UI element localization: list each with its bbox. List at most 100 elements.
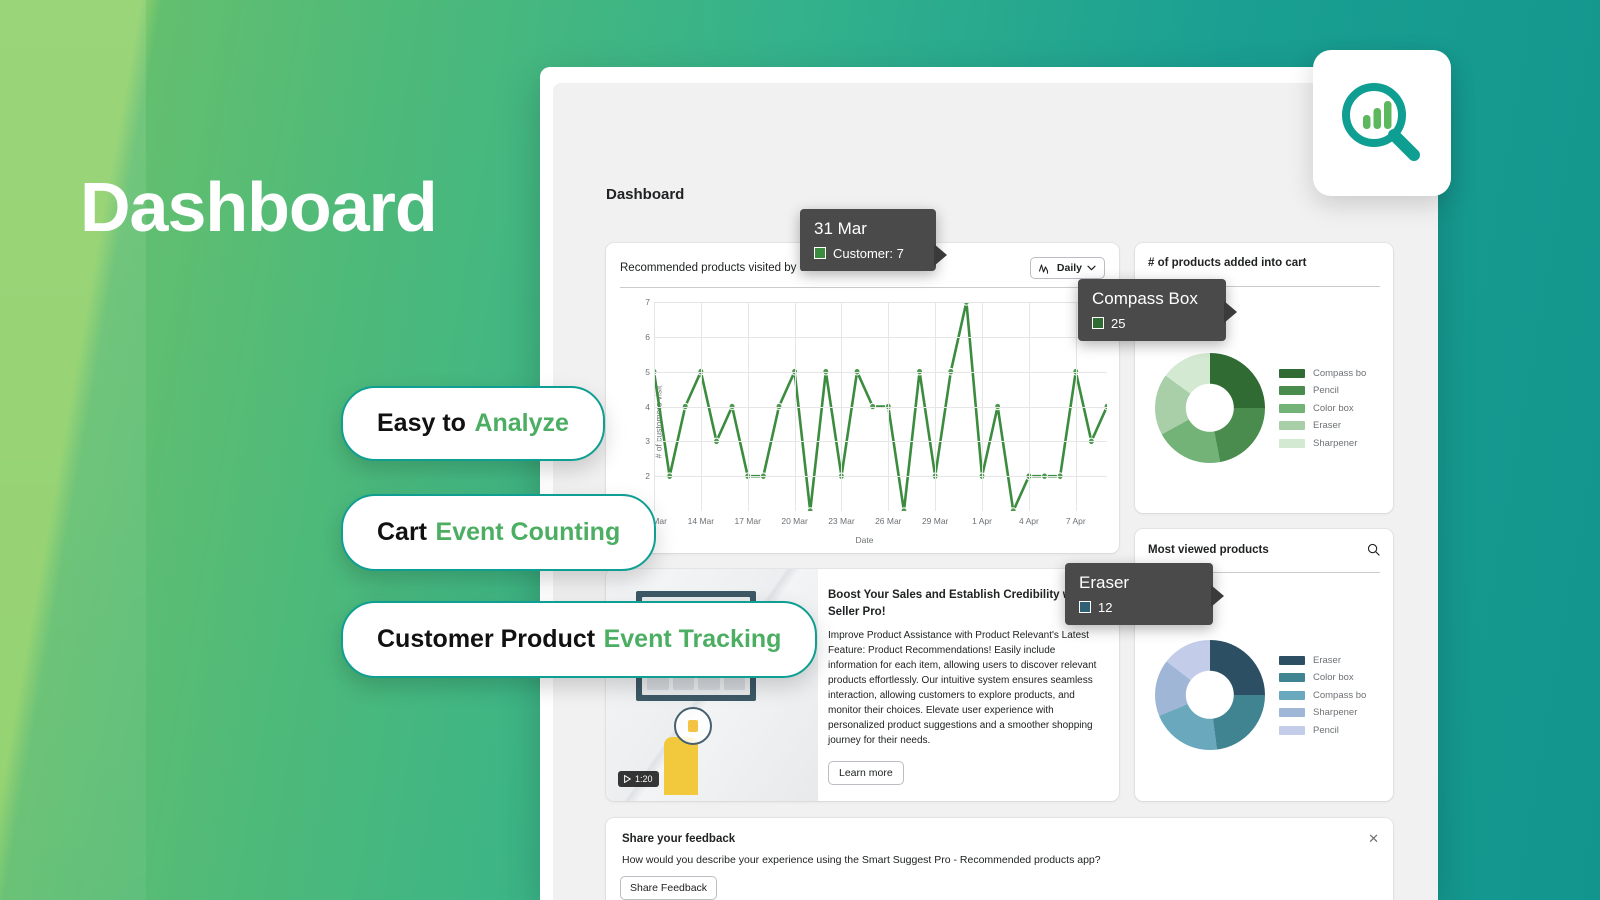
- learn-more-button[interactable]: Learn more: [828, 761, 904, 785]
- search-icon[interactable]: [1367, 543, 1380, 556]
- person-illustration: [664, 737, 698, 795]
- line-chart-card: Recommended products visited by customer…: [606, 243, 1119, 553]
- legend-label: Pencil: [1313, 724, 1339, 736]
- line-chart-divider: [620, 287, 1105, 288]
- legend-item[interactable]: Pencil: [1279, 725, 1366, 736]
- chevron-down-icon: [1087, 265, 1096, 271]
- callout-plain-text: Easy to: [377, 409, 466, 437]
- legend-item[interactable]: Sharpener: [1279, 438, 1366, 449]
- analytics-icon: [1038, 263, 1048, 274]
- legend-label: Sharpener: [1313, 707, 1358, 718]
- legend-label: Color box: [1313, 672, 1354, 683]
- gridline-vertical: [1075, 302, 1077, 511]
- gridline-vertical: [654, 302, 655, 511]
- legend-item[interactable]: Eraser: [1279, 420, 1366, 431]
- gridline-vertical: [935, 302, 937, 511]
- range-select-daily[interactable]: Daily: [1029, 257, 1105, 279]
- x-tick-label: 26 Mar: [875, 516, 902, 526]
- legend-label: Eraser: [1313, 654, 1341, 666]
- app-canvas: Dashboard Recommended products visited b…: [553, 83, 1438, 900]
- legend-item[interactable]: Sharpener: [1279, 707, 1366, 718]
- callout-highlight-text: Event Tracking: [603, 625, 782, 653]
- play-icon: [624, 775, 631, 783]
- background-light-band: [0, 0, 146, 900]
- tooltip-value: 25: [1111, 315, 1126, 331]
- line-chart-grid: 234567 11 Mar14 Mar17 Mar20 Mar23 Mar26 …: [641, 297, 1107, 526]
- tooltip-value: 12: [1098, 599, 1113, 615]
- x-axis-label: Date: [855, 535, 874, 545]
- feedback-title: Share your feedback: [622, 833, 736, 845]
- legend-item[interactable]: Color box: [1279, 403, 1366, 414]
- legend-item[interactable]: Compass bo: [1279, 368, 1366, 379]
- tooltip-arrow: [1211, 585, 1224, 607]
- feedback-card: Share your feedback How would you descri…: [606, 818, 1393, 900]
- legend-item[interactable]: Compass bo: [1279, 690, 1366, 701]
- callout-customer-product-event-tracking: Customer Product Event Tracking: [341, 601, 818, 678]
- gridline-horizontal: [654, 476, 1107, 478]
- tooltip-title: 31 Mar: [814, 219, 867, 238]
- callout-plain-text: Customer Product: [377, 625, 596, 653]
- x-tick-label: 1 Apr: [972, 516, 992, 526]
- video-duration-badge: 1:20: [618, 771, 659, 787]
- x-tick-label: 4 Apr: [1018, 516, 1039, 526]
- range-select-label: Daily: [1056, 262, 1082, 274]
- callout-highlight-text: Analyze: [474, 409, 569, 437]
- close-icon[interactable]: ✕: [1368, 832, 1379, 845]
- viewed-donut-chart[interactable]: [1155, 640, 1265, 750]
- tooltip-arrow: [1224, 301, 1237, 323]
- y-tick-label: 6: [645, 331, 650, 342]
- app-logo-tile: [1313, 50, 1451, 196]
- x-tick-label: 20 Mar: [781, 516, 808, 526]
- tooltip-swatch: [814, 247, 826, 260]
- legend-label: Compass bo: [1313, 689, 1367, 701]
- gridline-horizontal: [654, 441, 1107, 443]
- line-chart-tooltip: 31 Mar Customer: 7: [800, 209, 947, 271]
- promo-banner-body: Improve Product Assistance with Product …: [828, 630, 1097, 747]
- gridline-vertical: [700, 302, 702, 511]
- x-tick-label: 17 Mar: [734, 516, 761, 526]
- viewed-donut-legend: Eraser Color box Compass bo Sharpener Pencil: [1279, 655, 1366, 736]
- gridline-vertical: [794, 302, 796, 511]
- promo-banner-text: Boost Your Sales and Establish Credibili…: [828, 587, 1105, 748]
- callout-plain-text: Cart: [377, 518, 428, 546]
- gridline-horizontal: [654, 336, 1107, 338]
- tooltip-arrow: [934, 244, 947, 266]
- gridline-vertical: [888, 302, 890, 511]
- y-tick-label: 5: [645, 366, 650, 377]
- legend-item[interactable]: Eraser: [1279, 655, 1366, 666]
- legend-swatch: [1279, 421, 1305, 430]
- viewed-card-header: Most viewed products: [1148, 543, 1380, 556]
- tooltip-title: Compass Box: [1092, 289, 1198, 308]
- viewed-donut-tooltip: Eraser 12: [1065, 563, 1224, 625]
- legend-swatch: [1279, 673, 1305, 682]
- tooltip-series-row: 25: [1092, 316, 1212, 331]
- legend-swatch: [1279, 438, 1305, 448]
- legend-swatch: [1279, 690, 1305, 700]
- tooltip-series-row: 12: [1079, 600, 1199, 615]
- x-tick-label: 14 Mar: [687, 516, 715, 526]
- legend-item[interactable]: Color box: [1279, 672, 1366, 683]
- share-feedback-button[interactable]: Share Feedback: [620, 876, 718, 900]
- callout-highlight-text: Event Counting: [435, 518, 621, 546]
- magnifier-bar-chart-icon: [1342, 83, 1420, 161]
- tooltip-series-row: Customer: 7: [814, 246, 922, 261]
- y-tick-label: 3: [645, 436, 650, 447]
- legend-label: Eraser: [1313, 420, 1341, 431]
- cart-donut-chart[interactable]: [1155, 353, 1265, 463]
- cart-card-title: # of products added into cart: [1148, 257, 1307, 269]
- app-window: Dashboard Recommended products visited b…: [540, 67, 1438, 900]
- tooltip-swatch: [1092, 317, 1104, 330]
- x-tick-label: 7 Apr: [1065, 516, 1086, 526]
- y-tick-label: 7: [645, 297, 650, 307]
- legend-swatch: [1279, 725, 1305, 735]
- viewed-card-title: Most viewed products: [1148, 543, 1269, 556]
- cart-card-header: # of products added into cart: [1148, 257, 1380, 269]
- gridline-horizontal: [654, 406, 1107, 408]
- product-focus-circle: [674, 707, 712, 745]
- legend-label: Pencil: [1313, 385, 1339, 396]
- legend-item[interactable]: Pencil: [1279, 385, 1366, 396]
- gridline-horizontal: [654, 302, 1107, 303]
- legend-swatch: [1279, 655, 1305, 665]
- hero-title: Dashboard: [80, 168, 438, 246]
- callout-cart-event-counting: Cart Event Counting: [341, 494, 657, 571]
